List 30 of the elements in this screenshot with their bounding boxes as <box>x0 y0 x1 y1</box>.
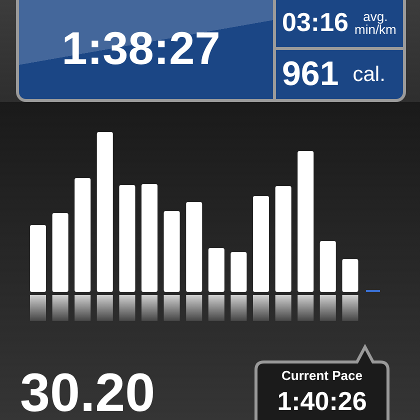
duration-value: 1:38:27 <box>62 20 220 74</box>
current-pace-label: Current Pace <box>282 368 362 383</box>
bar-reflection <box>164 295 180 321</box>
pace-unit: min/km <box>354 22 396 36</box>
bar-reflection <box>74 295 91 321</box>
bar-reflection <box>186 295 202 321</box>
current-bar-marker <box>366 290 380 292</box>
bar-reflection <box>320 295 336 321</box>
pace-value: 03:16 <box>282 7 348 38</box>
bar-reflection <box>253 295 269 321</box>
calories-unit: cal. <box>352 62 386 86</box>
current-pace-value: 1:40:26 <box>277 386 367 417</box>
bar-reflection <box>275 295 292 321</box>
chart-bar <box>208 248 224 292</box>
bar-reflection <box>142 295 158 321</box>
bar-reflection <box>96 295 113 321</box>
bar-reflection <box>342 295 358 321</box>
chart-bar <box>30 225 46 292</box>
bar-reflection <box>208 295 224 321</box>
bar-reflection <box>119 295 136 321</box>
distance-value: 30.20 <box>20 366 156 420</box>
chart-bar <box>230 252 247 292</box>
chart-bar <box>320 241 336 292</box>
bar-reflection <box>52 295 68 321</box>
bar-reflection <box>298 295 314 321</box>
pace-label: avg. <box>363 10 388 22</box>
chart-bar <box>342 259 358 292</box>
bar-reflection <box>30 295 46 321</box>
bar-reflection <box>230 295 247 321</box>
calories-value: 961 <box>282 55 339 94</box>
